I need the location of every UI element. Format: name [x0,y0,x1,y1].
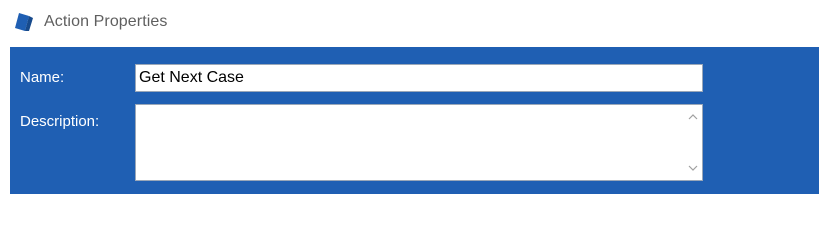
window-title: Action Properties [44,13,168,30]
name-label: Name: [20,69,65,86]
chevron-up-icon[interactable] [684,108,702,126]
description-scrollbar[interactable] [684,105,702,180]
app-logo-icon [14,12,34,32]
title-bar: Action Properties [0,0,829,46]
description-field [135,104,703,181]
chevron-down-icon[interactable] [684,159,702,177]
description-textarea[interactable] [136,105,684,180]
properties-panel: Name: Description: [10,47,819,194]
name-input[interactable] [135,64,703,92]
action-properties-window: Action Properties Name: Description: [0,0,829,204]
description-label: Description: [20,113,100,130]
